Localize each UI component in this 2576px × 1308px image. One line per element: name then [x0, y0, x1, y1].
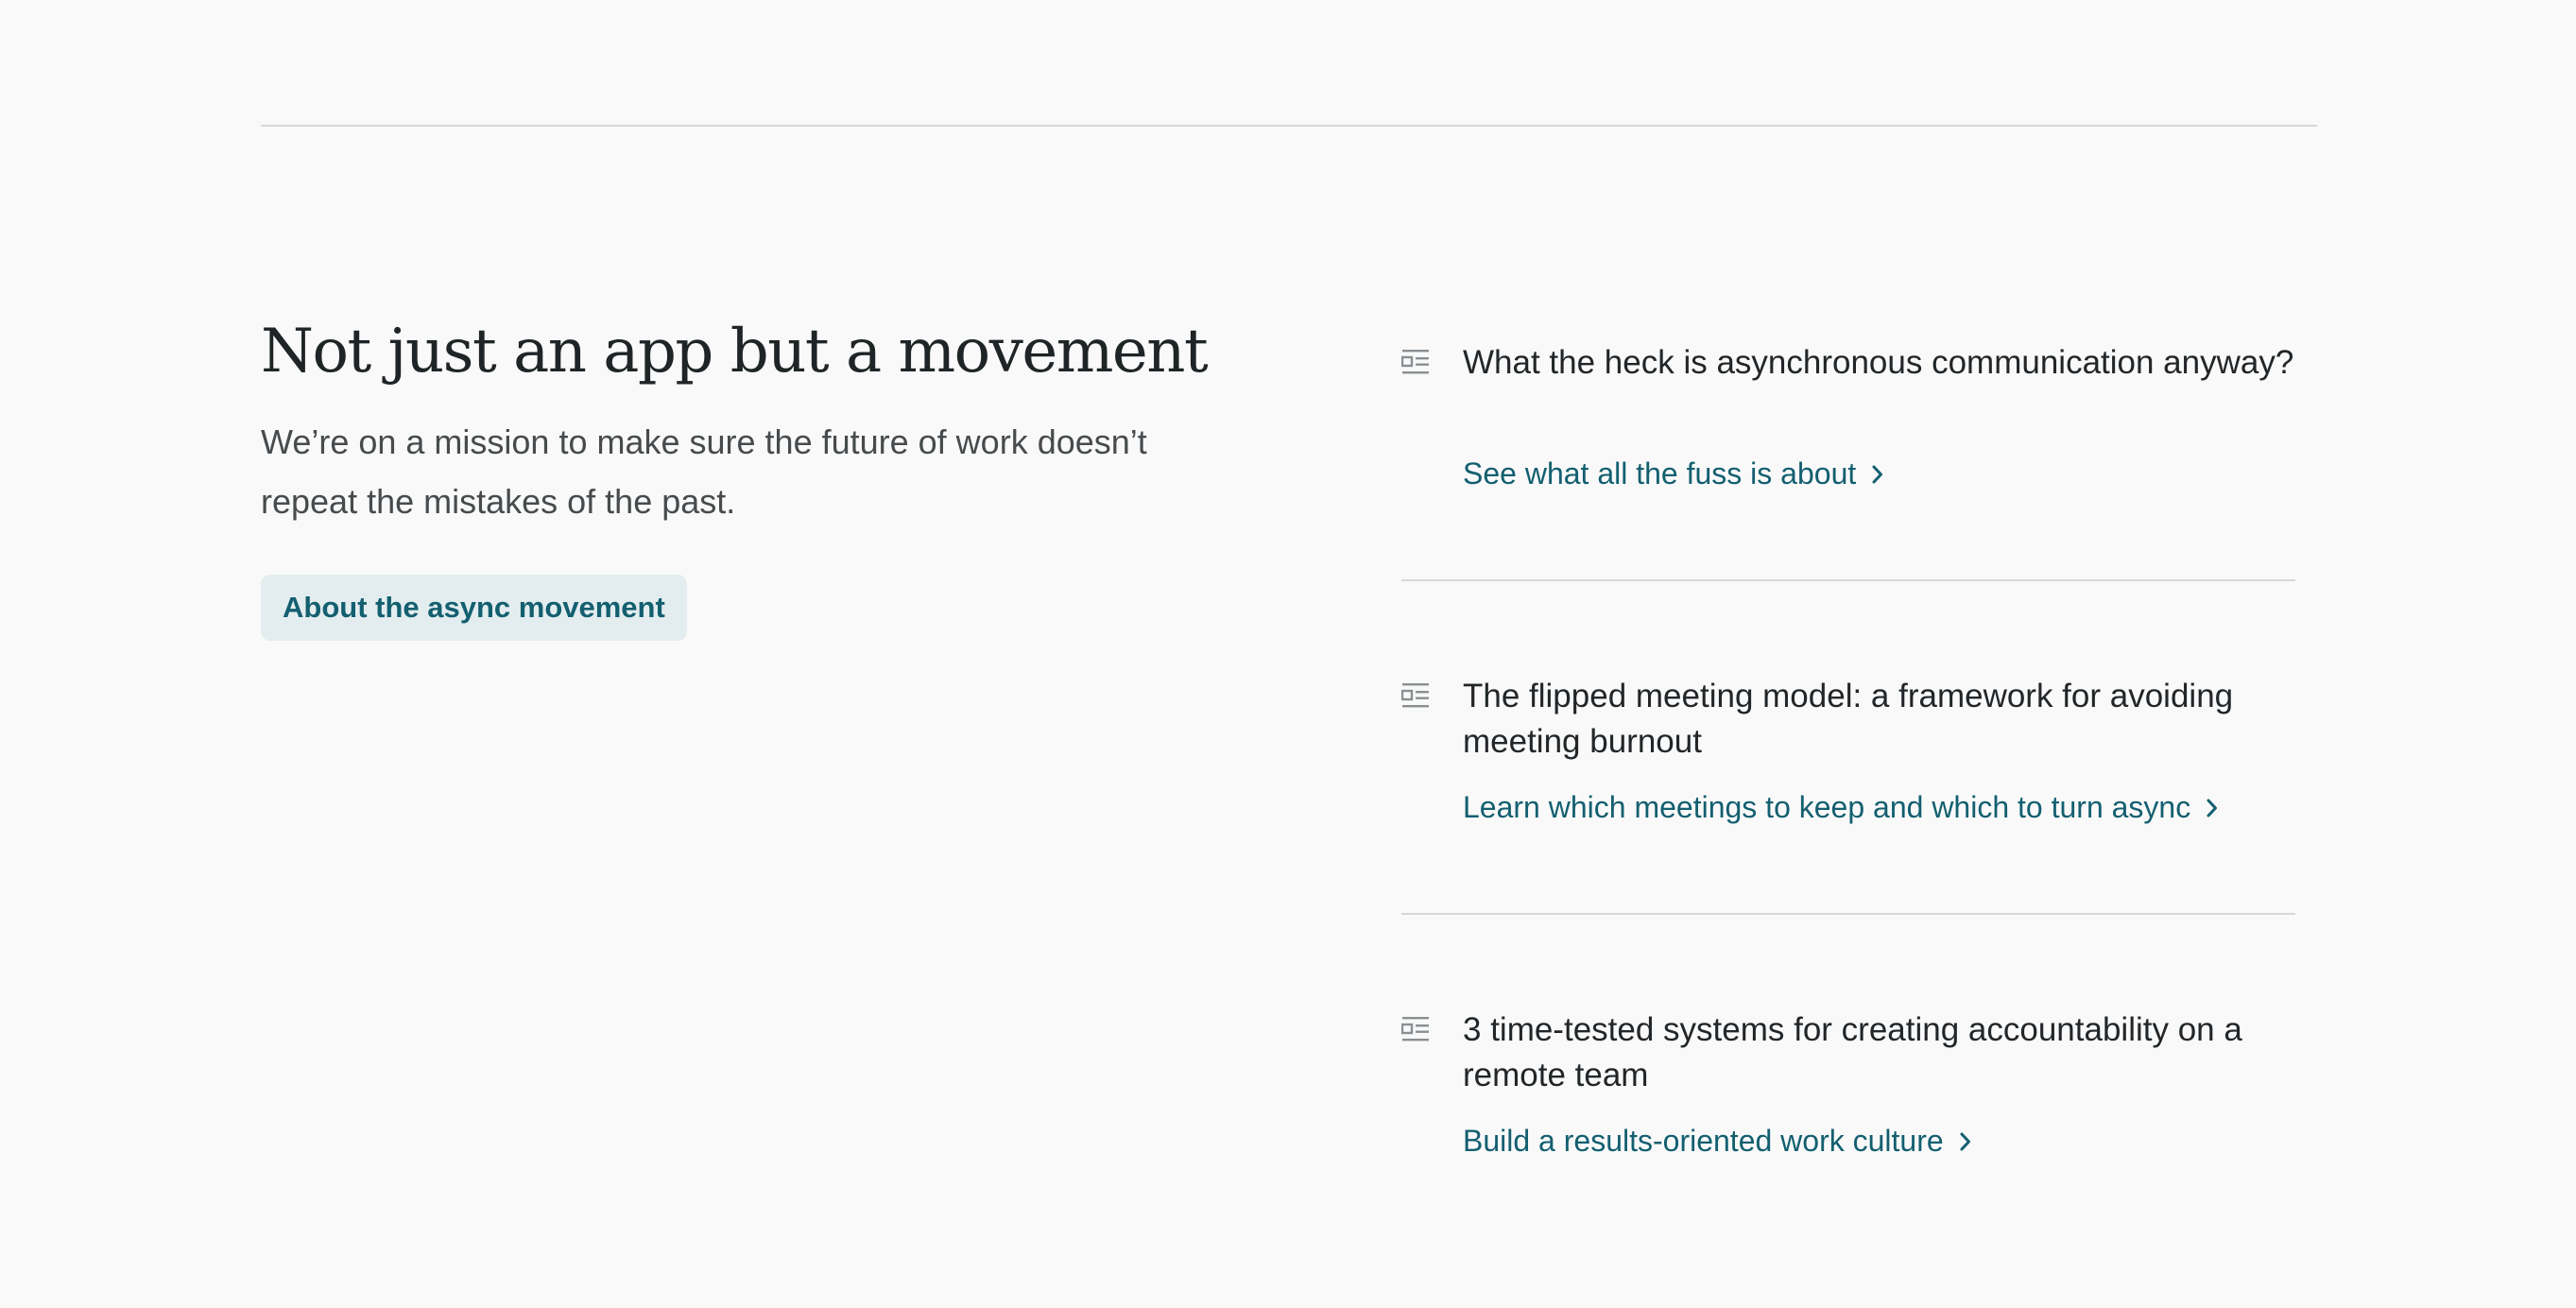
article-icon [1401, 1017, 1429, 1041]
article-link-label: Learn which meetings to keep and which t… [1463, 790, 2191, 824]
article-title[interactable]: 3 time-tested systems for creating accou… [1463, 1007, 2294, 1098]
article-link[interactable]: Learn which meetings to keep and which t… [1463, 786, 2219, 828]
article-icon [1401, 683, 1429, 708]
article-divider [1401, 913, 2295, 915]
article-link[interactable]: Build a results-oriented work culture [1463, 1120, 1972, 1162]
article-link[interactable]: See what all the fuss is about [1463, 453, 1884, 494]
article-title[interactable]: The flipped meeting model: a framework f… [1463, 674, 2294, 765]
chevron-right-icon [2207, 799, 2218, 818]
article-icon [1401, 350, 1429, 374]
article-link-label: Build a results-oriented work culture [1463, 1124, 1944, 1158]
hero-subtitle: We’re on a mission to make sure the futu… [261, 422, 1147, 521]
hero-title: Not just an app but a movement [261, 317, 1209, 387]
top-divider [261, 125, 2317, 127]
article-title[interactable]: What the heck is asynchronous communicat… [1463, 340, 2294, 386]
about-async-movement-button[interactable]: About the async movement [261, 575, 687, 641]
article-divider [1401, 579, 2295, 581]
chevron-right-icon [1960, 1132, 1970, 1151]
chevron-right-icon [1872, 465, 1883, 484]
article-link-label: See what all the fuss is about [1463, 456, 1857, 491]
hero-section: Not just an app but a movement We’re on … [261, 304, 1209, 641]
